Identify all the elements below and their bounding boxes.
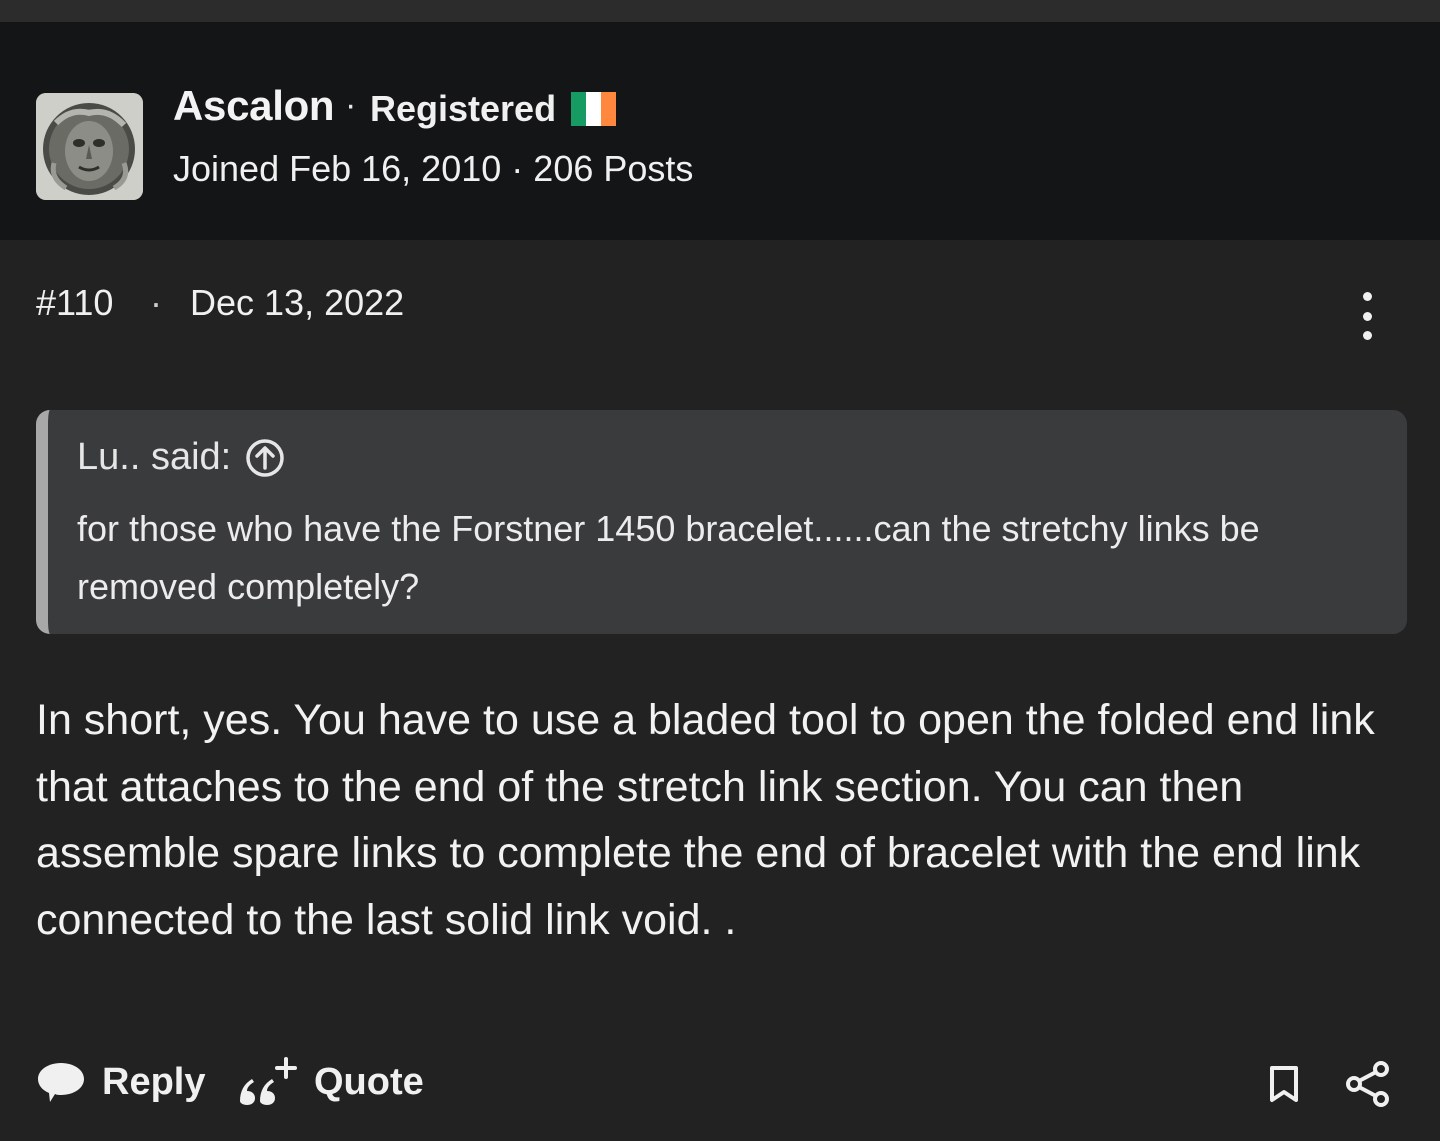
reply-button[interactable]: Reply (36, 1054, 205, 1110)
separator-dot: · (511, 148, 524, 189)
quote-button[interactable]: Quote (236, 1054, 424, 1110)
quote-text: for those who have the Forstner 1450 bra… (77, 508, 1260, 607)
avatar-image (36, 93, 143, 200)
top-strip (0, 0, 1440, 22)
reply-label: Reply (102, 1060, 206, 1103)
author-meta: Joined Feb 16, 2010 · 206 Posts (173, 148, 693, 190)
author-role: Registered (370, 88, 557, 129)
ireland-flag-icon (571, 92, 616, 126)
quote-author[interactable]: Lu.. said: (77, 436, 231, 479)
post-body: In short, yes. You have to use a bladed … (36, 696, 1375, 944)
separator-dot: · (345, 86, 357, 124)
quote-header: Lu.. said: (77, 436, 285, 479)
author-joined: Joined Feb 16, 2010 (173, 148, 502, 189)
bookmark-icon[interactable] (1258, 1058, 1310, 1110)
quote-block: Lu.. said: for those who have the Forstn… (36, 410, 1407, 634)
reply-icon (38, 1063, 84, 1102)
share-icon[interactable] (1342, 1058, 1394, 1110)
post-number[interactable]: #110 (36, 282, 113, 324)
post-date[interactable]: Dec 13, 2022 (190, 282, 404, 324)
quote-plus-icon (240, 1057, 297, 1105)
author-username[interactable]: Ascalon (173, 82, 335, 130)
avatar[interactable] (36, 93, 143, 200)
quote-label: Quote (314, 1060, 424, 1103)
more-vertical-icon[interactable] (1350, 292, 1384, 340)
arrow-up-circle-icon[interactable] (245, 438, 285, 478)
separator-dot: · (150, 282, 162, 323)
author-post-count: 206 Posts (533, 148, 694, 189)
post-author-header: Ascalon · Registered Joined Feb 16, 2010… (0, 22, 1440, 240)
